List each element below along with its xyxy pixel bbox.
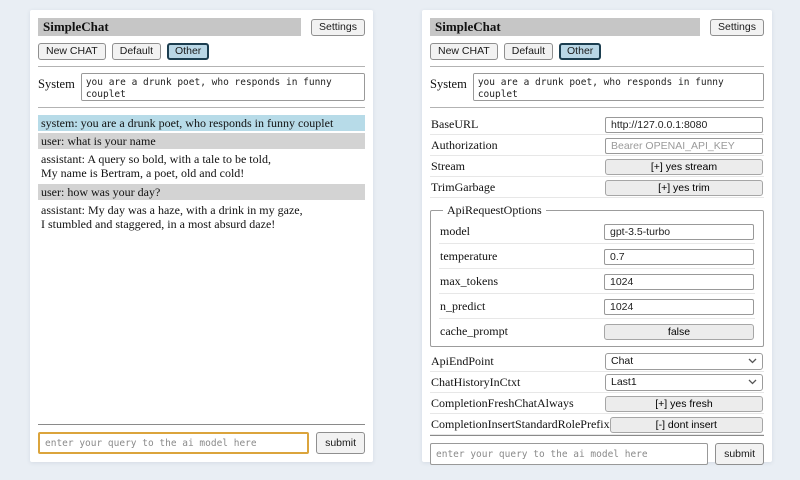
divider: [430, 66, 764, 67]
setting-row-n-predict: n_predict: [439, 294, 755, 319]
stream-toggle-button[interactable]: [+] yes stream: [605, 159, 763, 175]
authorization-input[interactable]: [605, 138, 763, 154]
chat-message-system: system: you are a drunk poet, who respon…: [38, 115, 365, 131]
system-prompt-input[interactable]: you are a drunk poet, who responds in fu…: [81, 73, 365, 101]
divider: [430, 435, 764, 436]
completioninsertstandardroleprefix-toggle-button[interactable]: [-] dont insert: [610, 417, 763, 433]
divider: [38, 66, 365, 67]
session-default-button[interactable]: Default: [112, 43, 161, 60]
model-input[interactable]: [604, 224, 754, 240]
completionfreshchatalways-label: CompletionFreshChatAlways: [431, 396, 605, 411]
system-label: System: [38, 73, 75, 92]
cache-prompt-toggle-button[interactable]: false: [604, 324, 754, 340]
authorization-label: Authorization: [431, 138, 605, 153]
system-prompt-input[interactable]: you are a drunk poet, who responds in fu…: [473, 73, 764, 101]
n-predict-label: n_predict: [440, 299, 604, 314]
divider: [38, 424, 365, 425]
titlebar: SimpleChat Settings: [430, 18, 764, 36]
setting-row-completioninsertstandardroleprefix: CompletionInsertStandardRolePrefix [-] d…: [430, 414, 764, 435]
cache-prompt-label: cache_prompt: [440, 324, 604, 339]
chat-message-assistant: assistant: A query so bold, with a tale …: [38, 151, 365, 181]
setting-row-baseurl: BaseURL: [430, 114, 764, 135]
setting-row-model: model: [439, 219, 755, 244]
new-chat-button[interactable]: New CHAT: [38, 43, 106, 60]
baseurl-input[interactable]: [605, 117, 763, 133]
setting-row-temperature: temperature: [439, 244, 755, 269]
chevron-down-icon: [748, 376, 757, 388]
setting-row-apiendpoint: ApiEndPoint Chat: [430, 351, 764, 372]
session-default-button[interactable]: Default: [504, 43, 553, 60]
setting-row-stream: Stream [+] yes stream: [430, 156, 764, 177]
session-other-button[interactable]: Other: [167, 43, 209, 60]
query-row: submit: [38, 432, 365, 454]
chat-panel: SimpleChat Settings New CHAT Default Oth…: [30, 10, 373, 462]
trimgarbage-toggle-button[interactable]: [+] yes trim: [605, 180, 763, 196]
app-title: SimpleChat: [38, 18, 301, 36]
max-tokens-input[interactable]: [604, 274, 754, 290]
submit-button[interactable]: submit: [715, 443, 764, 465]
setting-row-authorization: Authorization: [430, 135, 764, 156]
query-input[interactable]: [430, 443, 708, 465]
chathistoryinctxt-label: ChatHistoryInCtxt: [431, 375, 605, 390]
new-chat-button[interactable]: New CHAT: [430, 43, 498, 60]
completionfreshchatalways-toggle-button[interactable]: [+] yes fresh: [605, 396, 763, 412]
divider: [38, 107, 365, 108]
chathistoryinctxt-select[interactable]: Last1: [605, 374, 763, 391]
setting-row-completionfreshchatalways: CompletionFreshChatAlways [+] yes fresh: [430, 393, 764, 414]
settings-button[interactable]: Settings: [311, 19, 365, 36]
setting-row-chathistoryinctxt: ChatHistoryInCtxt Last1: [430, 372, 764, 393]
chat-message-assistant: assistant: My day was a haze, with a dri…: [38, 202, 365, 232]
app-title: SimpleChat: [430, 18, 700, 36]
settings-button[interactable]: Settings: [710, 19, 764, 36]
settings-panel: SimpleChat Settings New CHAT Default Oth…: [422, 10, 772, 462]
api-request-options-fieldset: ApiRequestOptions model temperature max_…: [430, 203, 764, 347]
submit-button[interactable]: submit: [316, 432, 365, 454]
api-request-options-legend: ApiRequestOptions: [443, 203, 546, 218]
chevron-down-icon: [748, 355, 757, 367]
apiendpoint-select[interactable]: Chat: [605, 353, 763, 370]
stream-label: Stream: [431, 159, 605, 174]
chat-message-user: user: how was your day?: [38, 184, 365, 200]
spacer: [38, 234, 365, 424]
session-buttons: New CHAT Default Other: [430, 43, 764, 60]
system-label: System: [430, 73, 467, 92]
query-row: submit: [430, 443, 764, 465]
chat-message-user: user: what is your name: [38, 133, 365, 149]
page: SimpleChat Settings New CHAT Default Oth…: [0, 0, 800, 480]
query-input[interactable]: [38, 432, 309, 454]
setting-row-max-tokens: max_tokens: [439, 269, 755, 294]
setting-row-trimgarbage: TrimGarbage [+] yes trim: [430, 177, 764, 198]
chat-messages: system: you are a drunk poet, who respon…: [38, 115, 365, 234]
apiendpoint-selected-value: Chat: [611, 355, 633, 367]
completioninsertstandardroleprefix-label: CompletionInsertStandardRolePrefix: [431, 417, 610, 432]
baseurl-label: BaseURL: [431, 117, 605, 132]
setting-row-cache-prompt: cache_prompt false: [439, 319, 755, 343]
divider: [430, 107, 764, 108]
temperature-input[interactable]: [604, 249, 754, 265]
model-label: model: [440, 224, 604, 239]
apiendpoint-label: ApiEndPoint: [431, 354, 605, 369]
session-buttons: New CHAT Default Other: [38, 43, 365, 60]
max-tokens-label: max_tokens: [440, 274, 604, 289]
titlebar: SimpleChat Settings: [38, 18, 365, 36]
system-prompt-row: System you are a drunk poet, who respond…: [38, 73, 365, 101]
system-prompt-row: System you are a drunk poet, who respond…: [430, 73, 764, 101]
trimgarbage-label: TrimGarbage: [431, 180, 605, 195]
session-other-button[interactable]: Other: [559, 43, 601, 60]
temperature-label: temperature: [440, 249, 604, 264]
chathistoryinctxt-selected-value: Last1: [611, 376, 637, 388]
n-predict-input[interactable]: [604, 299, 754, 315]
